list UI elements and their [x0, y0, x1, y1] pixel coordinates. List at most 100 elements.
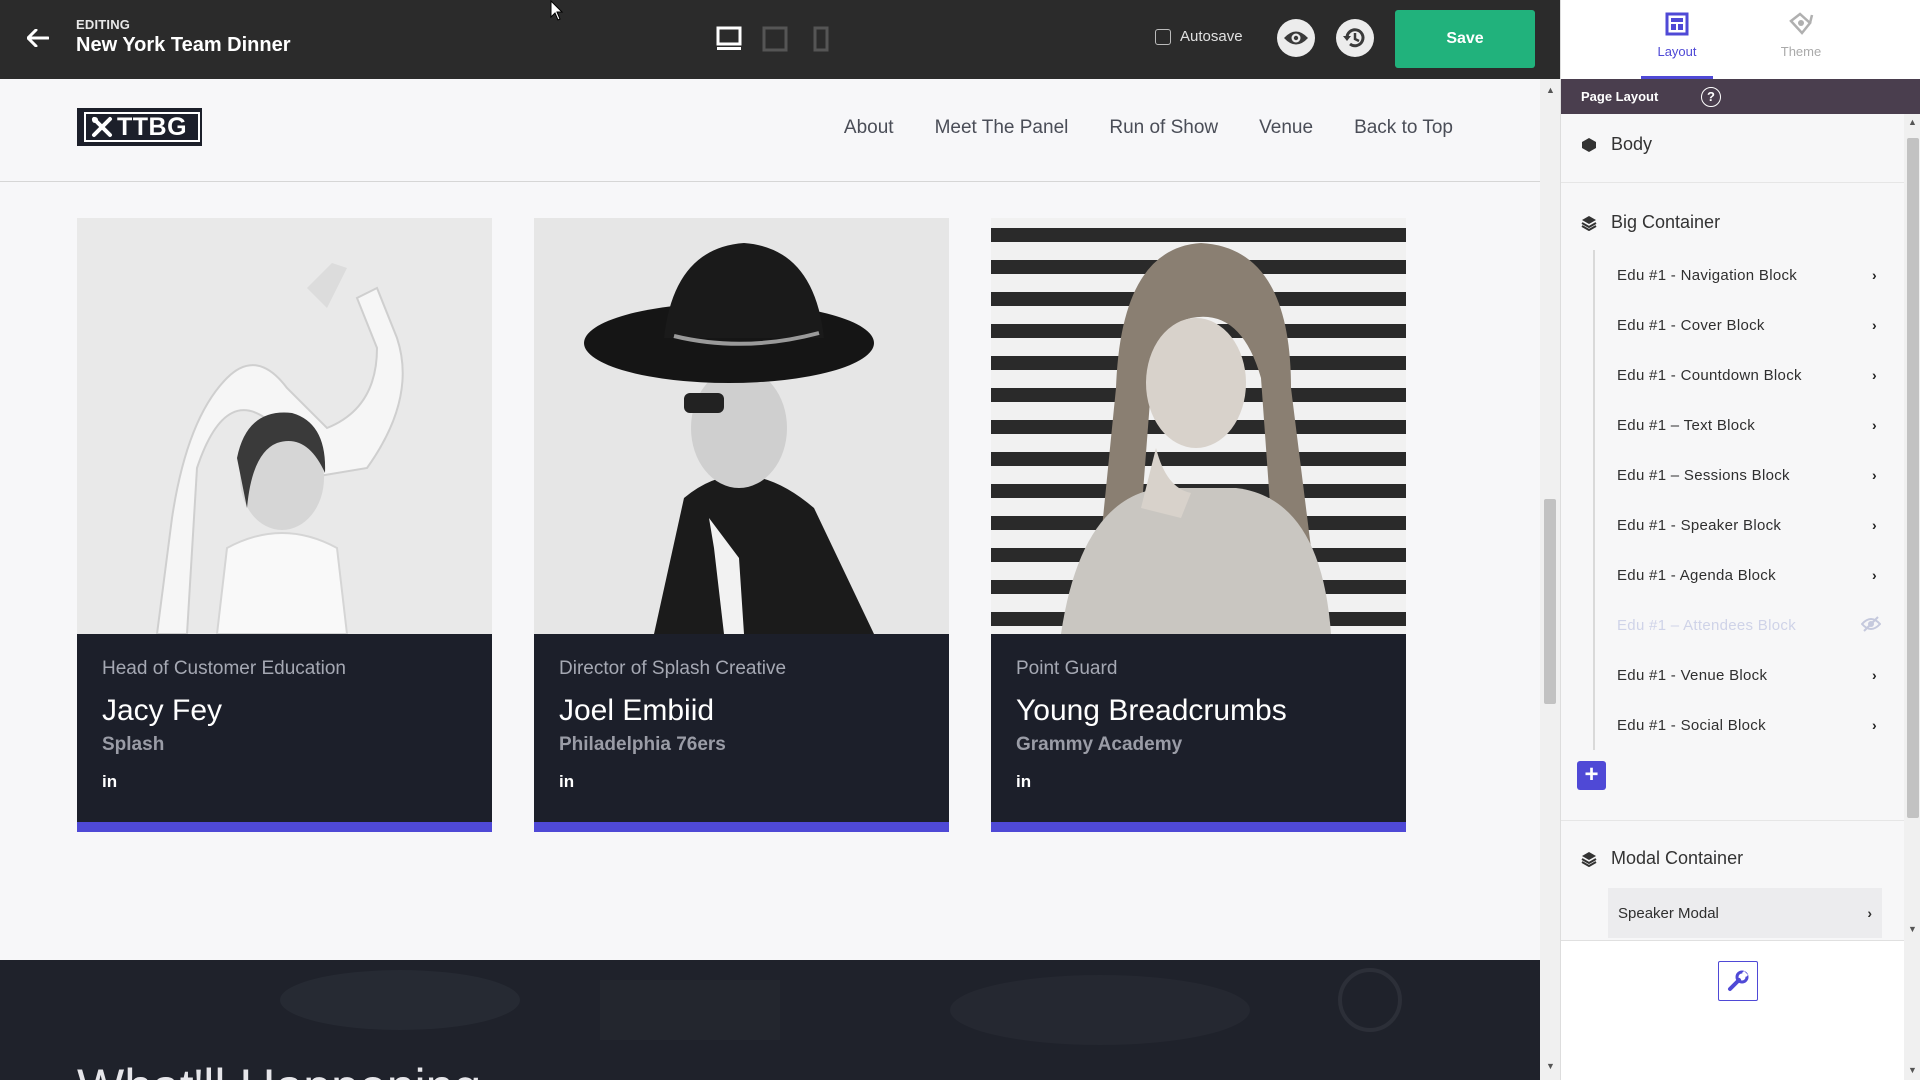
block-label: Edu #1 – Sessions Block [1617, 466, 1790, 484]
chevron-right-icon: › [1872, 517, 1877, 533]
chevron-right-icon: › [1872, 317, 1877, 333]
linkedin-icon[interactable]: in [102, 772, 117, 792]
scrollbar-thumb[interactable] [1907, 138, 1919, 818]
logo-text: TTBG [117, 112, 188, 141]
block-label: Edu #1 – Attendees Block [1617, 616, 1796, 634]
tools-icon [92, 117, 112, 137]
tab-layout[interactable]: Layout [1641, 0, 1713, 79]
document-title: New York Team Dinner [76, 34, 291, 56]
block-label: Edu #1 - Social Block [1617, 716, 1766, 734]
autosave-checkbox[interactable] [1155, 28, 1171, 45]
nav-link-run-of-show[interactable]: Run of Show [1109, 117, 1218, 139]
paint-brush-icon [1789, 12, 1814, 35]
block-item-countdown[interactable]: Edu #1 - Countdown Block › [1595, 350, 1883, 400]
block-item-navigation[interactable]: Edu #1 - Navigation Block › [1595, 250, 1883, 300]
arrow-left-icon [27, 29, 49, 47]
help-icon[interactable]: ? [1701, 87, 1721, 107]
editor-topbar: EDITING New York Team Dinner Autosave Sa… [0, 0, 1560, 79]
tree-section-label: Body [1611, 134, 1653, 154]
divider [1561, 820, 1904, 821]
history-button[interactable] [1336, 19, 1374, 57]
panel-scrollbar[interactable]: ▲ ▼ [1904, 114, 1920, 940]
tree-section-big-container[interactable]: Big Container [1581, 212, 1889, 233]
block-item-agenda[interactable]: Edu #1 - Agenda Block › [1595, 550, 1883, 600]
speaker-name: Jacy Fey [102, 694, 223, 727]
tree-section-body[interactable]: Body [1581, 134, 1889, 155]
block-item-social[interactable]: Edu #1 - Social Block › [1595, 700, 1883, 750]
eye-icon [1284, 31, 1308, 45]
site-logo[interactable]: TTBG [77, 108, 202, 146]
scroll-up-icon[interactable]: ▲ [1546, 85, 1555, 95]
settings-button[interactable] [1718, 961, 1758, 1001]
speaker-photo [991, 218, 1406, 634]
speaker-card[interactable]: Point Guard Young Breadcrumbs Grammy Aca… [991, 218, 1406, 832]
tab-theme[interactable]: Theme [1765, 0, 1837, 79]
block-item-cover[interactable]: Edu #1 - Cover Block › [1595, 300, 1883, 350]
nav-link-about[interactable]: About [844, 117, 894, 139]
layers-icon [1581, 851, 1597, 867]
tablet-view-button[interactable] [761, 24, 789, 54]
tree-section-label: Modal Container [1611, 848, 1744, 868]
speaker-photo [77, 218, 492, 634]
panel-footer [1561, 940, 1904, 1080]
tree-section-label: Big Container [1611, 212, 1721, 232]
block-item-sessions[interactable]: Edu #1 – Sessions Block › [1595, 450, 1883, 500]
speaker-role: Director of Splash Creative [559, 658, 787, 679]
speaker-card[interactable]: Director of Splash Creative Joel Embiid … [534, 218, 949, 832]
tree-section-modal-container[interactable]: Modal Container [1581, 848, 1889, 869]
canvas-scrollbar[interactable]: ▲ ▼ [1540, 79, 1560, 1080]
preview-button[interactable] [1277, 19, 1315, 57]
block-label: Edu #1 - Countdown Block [1617, 366, 1802, 384]
modal-item-label: Speaker Modal [1618, 904, 1719, 922]
scrollbar-thumb[interactable] [1544, 499, 1556, 704]
wrench-icon [1728, 970, 1749, 991]
mobile-icon [813, 26, 829, 52]
scroll-down-icon[interactable]: ▼ [1546, 1061, 1555, 1071]
panel-footer-scrollbar[interactable]: ▼ [1904, 940, 1920, 1080]
speaker-card[interactable]: Head of Customer Education Jacy Fey Spla… [77, 218, 492, 832]
scroll-down-icon[interactable]: ▼ [1908, 1065, 1917, 1075]
chevron-right-icon: › [1872, 467, 1877, 483]
chevron-right-icon: › [1872, 667, 1877, 683]
linkedin-icon[interactable]: in [1016, 772, 1031, 792]
scroll-up-icon[interactable]: ▲ [1908, 117, 1917, 127]
modal-item-speaker[interactable]: Speaker Modal › [1608, 888, 1882, 938]
autosave-toggle: Autosave [1155, 28, 1243, 45]
desktop-view-button[interactable] [715, 24, 743, 54]
nav-link-venue[interactable]: Venue [1259, 117, 1313, 139]
cube-icon [1582, 137, 1596, 152]
speaker-organization: Philadelphia 76ers [559, 734, 726, 755]
layout-tree: Body Big Container Edu #1 - Navigation B… [1561, 114, 1904, 940]
add-block-button[interactable]: + [1577, 761, 1606, 790]
section-heading: What'll Happening [77, 1058, 481, 1080]
nav-link-back-to-top[interactable]: Back to Top [1354, 117, 1453, 139]
chevron-right-icon: › [1867, 905, 1872, 921]
speaker-role: Head of Customer Education [102, 658, 346, 679]
chevron-right-icon: › [1872, 267, 1877, 283]
card-accent-bar [77, 822, 492, 832]
layout-icon [1665, 12, 1689, 36]
device-switcher [715, 24, 835, 54]
eye-slash-icon[interactable] [1861, 616, 1881, 632]
mobile-view-button[interactable] [807, 24, 835, 54]
block-item-attendees[interactable]: Edu #1 – Attendees Block [1595, 600, 1883, 650]
nav-link-meet-the-panel[interactable]: Meet The Panel [935, 117, 1069, 139]
card-accent-bar [991, 822, 1406, 832]
block-item-text[interactable]: Edu #1 – Text Block › [1595, 400, 1883, 450]
mouse-cursor-icon [550, 0, 564, 21]
page-layout-label: Page Layout [1581, 89, 1659, 104]
scroll-down-icon[interactable]: ▼ [1908, 924, 1917, 934]
block-label: Edu #1 - Agenda Block [1617, 566, 1776, 584]
editing-label: EDITING [76, 17, 131, 32]
save-button[interactable]: Save [1395, 10, 1535, 68]
tab-layout-label: Layout [1657, 44, 1697, 59]
block-item-speaker[interactable]: Edu #1 - Speaker Block › [1595, 500, 1883, 550]
speaker-organization: Splash [102, 734, 165, 755]
linkedin-icon[interactable]: in [559, 772, 574, 792]
chevron-right-icon: › [1872, 567, 1877, 583]
chevron-right-icon: › [1872, 417, 1877, 433]
panel-tabs: Layout Theme [1561, 0, 1920, 79]
block-item-venue[interactable]: Edu #1 - Venue Block › [1595, 650, 1883, 700]
back-button[interactable] [22, 22, 54, 54]
speaker-organization: Grammy Academy [1016, 734, 1183, 755]
